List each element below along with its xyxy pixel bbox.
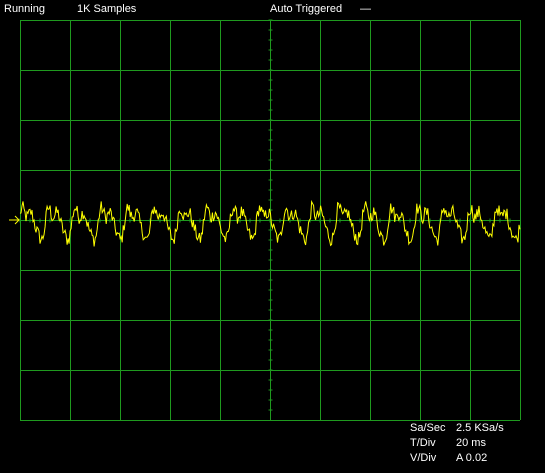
sample-rate-value: 2.5 KSa/s (456, 422, 504, 434)
volts-per-div-readout: V/Div A 0.02 (410, 452, 487, 465)
trigger-level-arrow-icon (9, 215, 20, 225)
sample-rate-readout: Sa/Sec 2.5 KSa/s (410, 422, 504, 435)
oscilloscope-screen[interactable] (0, 0, 545, 473)
volts-per-div-value: A 0.02 (456, 452, 488, 464)
time-per-div-label: T/Div (410, 437, 436, 449)
volts-per-div-label: V/Div (410, 452, 437, 464)
time-per-div-value: 20 ms (456, 437, 486, 449)
time-per-div-readout: T/Div 20 ms (410, 437, 486, 450)
sample-rate-label: Sa/Sec (410, 422, 446, 434)
